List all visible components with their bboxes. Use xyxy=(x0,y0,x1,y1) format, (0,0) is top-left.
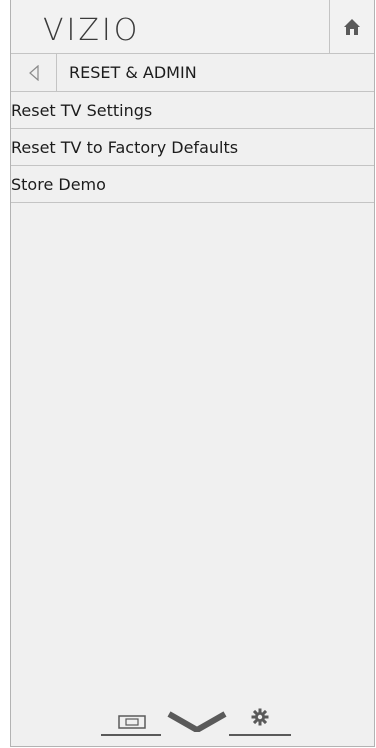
home-icon xyxy=(344,18,360,35)
bottom-bar xyxy=(101,700,291,736)
settings-panel: VIZIO RESET & ADMIN Reset TV Settings Re… xyxy=(10,0,375,747)
gear-icon[interactable] xyxy=(250,707,270,727)
menu-item-reset-tv-settings[interactable]: Reset TV Settings xyxy=(11,92,374,129)
header: VIZIO xyxy=(11,0,374,54)
back-button[interactable] xyxy=(11,54,57,91)
vizio-v-icon[interactable] xyxy=(167,710,227,732)
chevron-left-icon xyxy=(28,64,39,81)
menu-item-store-demo[interactable]: Store Demo xyxy=(11,166,374,203)
bottom-bar-underline xyxy=(229,734,291,736)
menu-item-label: Reset TV Settings xyxy=(11,101,153,120)
breadcrumb: RESET & ADMIN xyxy=(11,54,374,92)
menu-item-label: Store Demo xyxy=(11,175,106,194)
vizio-logo-text: VIZIO xyxy=(43,13,140,47)
page-title: RESET & ADMIN xyxy=(69,63,197,82)
menu-item-label: Reset TV to Factory Defaults xyxy=(11,138,239,157)
menu-list: Reset TV Settings Reset TV to Factory De… xyxy=(11,92,374,203)
bottom-bar-underline xyxy=(101,734,161,736)
vizio-logo: VIZIO xyxy=(43,13,140,47)
picture-icon[interactable] xyxy=(118,714,148,730)
menu-item-reset-factory-defaults[interactable]: Reset TV to Factory Defaults xyxy=(11,129,374,166)
home-button[interactable] xyxy=(329,0,374,53)
